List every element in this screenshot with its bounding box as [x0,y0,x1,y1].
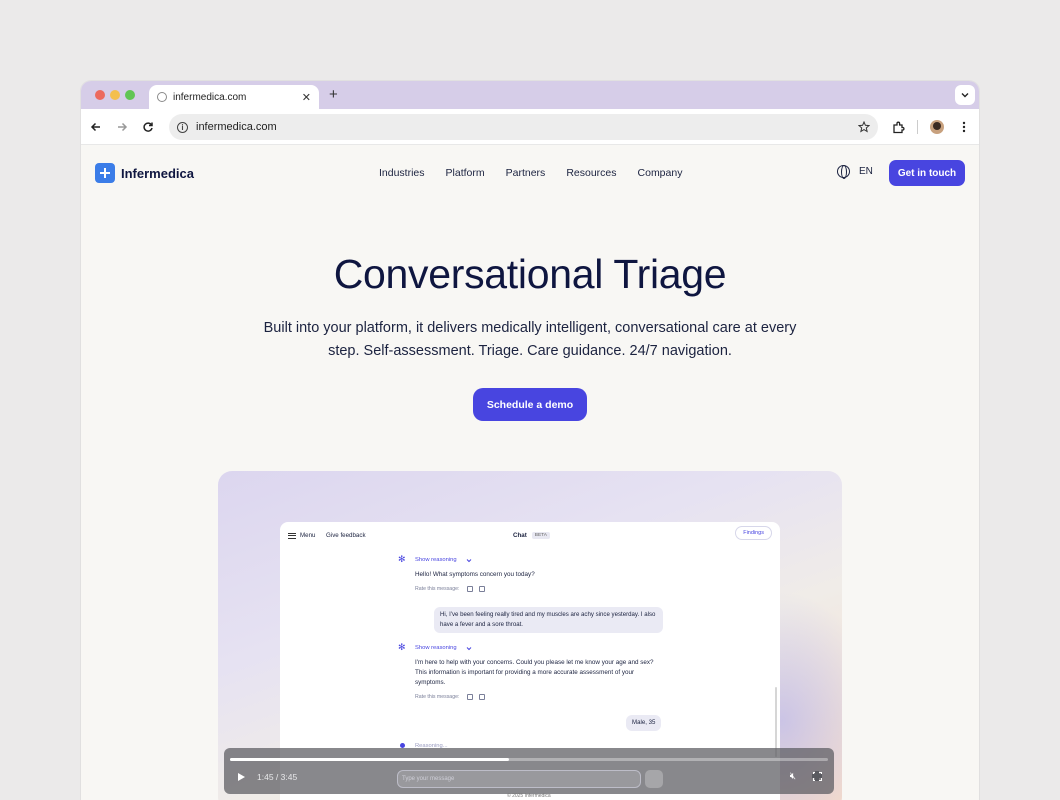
chevron-down-icon[interactable] [466,558,472,563]
thumbs-down-icon[interactable] [479,586,486,592]
send-button[interactable] [645,770,663,788]
fullscreen-icon[interactable] [812,771,822,781]
reload-button[interactable] [140,119,156,135]
give-feedback-link[interactable]: Give feedback [326,532,366,539]
minimize-window-button[interactable] [110,90,120,100]
assistant-message: Hello! What symptoms concern you today? [415,571,535,578]
avatar [930,120,944,134]
browser-menu-button[interactable] [955,118,973,136]
arrow-right-icon [118,122,128,132]
assistant-icon: ✻ [398,554,406,564]
nav-item-resources[interactable]: Resources [566,167,616,179]
mute-icon[interactable]: 🔇︎ [790,771,796,782]
back-button[interactable] [88,119,104,135]
tab-strip: infermedica.com ✕ + [81,81,979,109]
schedule-demo-button[interactable]: Schedule a demo [473,388,587,421]
hamburger-icon [288,532,296,539]
play-icon[interactable] [238,773,245,781]
main-nav: Industries Platform Partners Resources C… [379,167,703,179]
star-icon[interactable] [858,121,870,133]
chat-title-label: Chat [513,532,527,539]
maximize-window-button[interactable] [125,90,135,100]
plus-logo-icon [95,163,115,183]
nav-item-industries[interactable]: Industries [379,167,425,179]
product-video[interactable]: Menu Give feedback Chat BETA Findings ✻ … [218,471,842,800]
address-bar[interactable]: i infermedica.com [169,114,878,140]
new-tab-button[interactable]: + [329,85,338,105]
page-title: Conversational Triage [333,251,727,297]
chat-app-header: Menu Give feedback Chat BETA Findings [280,522,780,546]
hero-subtitle: Built into your platform, it delivers me… [263,320,797,359]
tab-search-button[interactable] [955,85,975,105]
url-text: infermedica.com [196,121,277,133]
site-header: Infermedica Industries Platform Partners… [81,145,979,201]
user-message: Hi, I've been feeling really tired and m… [434,607,663,633]
video-time: 1:45 / 3:45 [257,772,298,782]
show-reasoning-link[interactable]: Show reasoning [415,557,457,563]
beta-badge: BETA [531,532,550,539]
thumbs-down-icon[interactable] [479,694,486,700]
scrollbar[interactable] [775,687,777,757]
chevron-down-icon[interactable] [466,646,472,651]
globe-icon [157,92,167,102]
forward-button[interactable] [114,119,130,135]
close-window-button[interactable] [95,90,105,100]
chat-input-placeholder: Type your message [402,776,455,782]
site-info-icon[interactable]: i [177,121,188,133]
kebab-menu-icon [962,121,966,133]
thumbs-up-icon[interactable] [467,694,474,700]
chevron-down-icon [961,93,969,98]
findings-button[interactable]: Findings [735,526,772,540]
reload-icon [143,122,153,132]
video-progress-bar[interactable] [230,758,828,761]
profile-button[interactable] [928,118,946,136]
chat-input[interactable]: Type your message [397,770,641,788]
close-tab-icon[interactable]: ✕ [302,91,311,104]
rate-message: Rate this message: [415,694,486,700]
nav-item-platform[interactable]: Platform [446,167,485,179]
chat-title: Chat BETA [513,532,550,539]
chat-footer-note: © 2025 Infermedica [507,793,551,799]
puzzle-icon [892,121,905,133]
toolbar-divider [917,120,918,134]
language-selector[interactable]: EN [837,165,873,179]
nav-item-company[interactable]: Company [638,167,683,179]
nav-item-partners[interactable]: Partners [506,167,546,179]
rate-label: Rate this message: [415,694,460,700]
thumbs-up-icon[interactable] [467,586,474,592]
browser-window: infermedica.com ✕ + i infermedica.com In… [81,81,979,800]
rate-label: Rate this message: [415,586,460,592]
globe-icon [837,165,850,179]
tab-title: infermedica.com [173,91,247,103]
get-in-touch-button[interactable]: Get in touch [889,160,965,186]
browser-toolbar: i infermedica.com [81,109,979,145]
user-message: Male, 35 [626,715,662,731]
assistant-icon: ✻ [398,642,406,652]
brand-name: Infermedica [121,165,194,181]
app-menu-button[interactable]: Menu [288,532,315,539]
extensions-button[interactable] [889,118,907,136]
assistant-message: I'm here to help with your concerns. Cou… [415,659,654,686]
rate-message: Rate this message: [415,586,486,592]
app-menu-label: Menu [300,532,316,539]
show-reasoning-link[interactable]: Show reasoning [415,645,457,651]
browser-tab[interactable]: infermedica.com ✕ [149,85,319,109]
video-progress-fill [230,758,510,761]
arrow-left-icon [90,122,100,132]
language-label: EN [859,166,873,177]
brand-logo[interactable]: Infermedica [95,163,194,183]
